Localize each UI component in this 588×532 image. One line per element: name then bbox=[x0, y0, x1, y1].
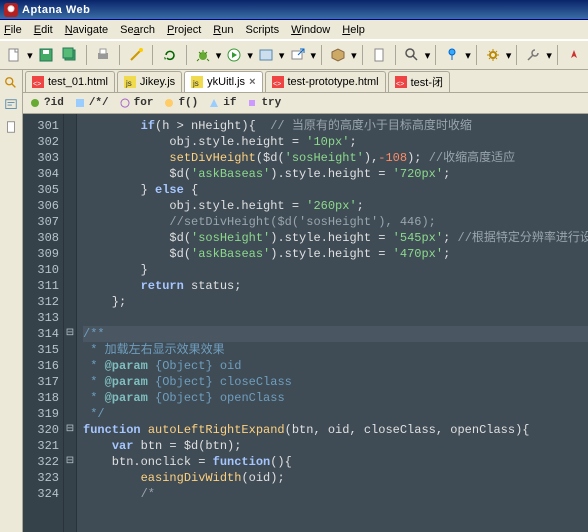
crumb-item[interactable]: f() bbox=[163, 97, 198, 109]
tab-test[interactable]: <> test-闭 bbox=[388, 71, 450, 92]
tab-test_01html[interactable]: <> test_01.html bbox=[25, 71, 115, 92]
title-bar: ✺ Aptana Web bbox=[0, 0, 588, 20]
menu-scripts[interactable]: Scripts bbox=[245, 24, 279, 36]
svg-text:js: js bbox=[192, 79, 199, 88]
debug-button[interactable] bbox=[192, 43, 214, 67]
bookmark-button[interactable] bbox=[441, 43, 463, 67]
menu-help[interactable]: Help bbox=[342, 24, 365, 36]
wand-button[interactable] bbox=[125, 43, 147, 67]
save-button[interactable] bbox=[35, 43, 57, 67]
menu-file[interactable]: File bbox=[4, 24, 22, 36]
left-gutter bbox=[0, 70, 23, 532]
search-button[interactable] bbox=[401, 43, 423, 67]
menu-run[interactable]: Run bbox=[213, 24, 233, 36]
fold-gutter[interactable]: ⊟⊟⊟ bbox=[64, 114, 77, 532]
tab-label: test-prototype.html bbox=[288, 76, 379, 88]
search-icon[interactable] bbox=[2, 74, 20, 92]
new-dropdown[interactable]: ▾ bbox=[26, 49, 33, 62]
crumb-item[interactable]: /*/ bbox=[74, 97, 109, 109]
launch-button[interactable] bbox=[563, 43, 585, 67]
crumb-item[interactable]: for bbox=[119, 97, 154, 109]
external-button[interactable] bbox=[286, 43, 308, 67]
line-numbers: 3013023033043053063073083093103113123133… bbox=[23, 114, 64, 532]
search-dropdown[interactable]: ▾ bbox=[424, 49, 431, 62]
package-button[interactable] bbox=[327, 43, 349, 67]
tools-button[interactable] bbox=[522, 43, 544, 67]
tab-label: test_01.html bbox=[48, 76, 108, 88]
menu-project[interactable]: Project bbox=[167, 24, 201, 36]
menu-edit[interactable]: Edit bbox=[34, 24, 53, 36]
tab-testprototypehtml[interactable]: <> test-prototype.html bbox=[265, 71, 386, 92]
svg-text:<>: <> bbox=[273, 81, 281, 88]
toolbar: ▾ ▾ ▾ ▾ ▾ ▾ ▾ ▾ ▾ ▾ bbox=[0, 40, 588, 70]
page-button[interactable] bbox=[367, 43, 389, 67]
filter-icon[interactable] bbox=[2, 96, 20, 114]
menu-bar: File Edit Navigate Search Project Run Sc… bbox=[0, 20, 588, 40]
save-all-button[interactable] bbox=[59, 43, 81, 67]
tab-Jikeyjs[interactable]: js Jikey.js bbox=[117, 71, 182, 92]
profile-button[interactable] bbox=[255, 43, 277, 67]
tab-ykUitljs[interactable]: js ykUitl.js × bbox=[184, 71, 262, 92]
crumb-item[interactable]: try bbox=[246, 97, 281, 109]
gear-dropdown[interactable]: ▾ bbox=[505, 49, 512, 62]
svg-text:<>: <> bbox=[33, 81, 41, 88]
code-content[interactable]: if(h > nHeight){ // 当原有的高度小于目标高度时收缩 obj.… bbox=[77, 114, 588, 532]
svg-text:js: js bbox=[125, 79, 132, 88]
crumb-item[interactable]: if bbox=[208, 97, 236, 109]
svg-text:<>: <> bbox=[396, 81, 404, 88]
new-button[interactable] bbox=[3, 43, 25, 67]
profile-dropdown[interactable]: ▾ bbox=[278, 49, 285, 62]
tab-label: Jikey.js bbox=[140, 76, 175, 88]
code-editor[interactable]: 3013023033043053063073083093103113123133… bbox=[23, 114, 588, 532]
tools-dropdown[interactable]: ▾ bbox=[545, 49, 552, 62]
crumb-item[interactable]: ?id bbox=[29, 97, 64, 109]
tab-label: test-闭 bbox=[411, 74, 443, 90]
print-button[interactable] bbox=[92, 43, 114, 67]
bookmark-dropdown[interactable]: ▾ bbox=[464, 49, 471, 62]
page-icon[interactable] bbox=[2, 118, 20, 136]
run-dropdown[interactable]: ▾ bbox=[246, 49, 253, 62]
menu-search[interactable]: Search bbox=[120, 24, 155, 36]
close-icon[interactable]: × bbox=[249, 76, 255, 88]
debug-dropdown[interactable]: ▾ bbox=[215, 49, 222, 62]
menu-window[interactable]: Window bbox=[291, 24, 330, 36]
external-dropdown[interactable]: ▾ bbox=[310, 49, 317, 62]
breadcrumb-bar: ?id /*/ for f() iftry bbox=[23, 92, 588, 114]
tab-label: ykUitl.js bbox=[207, 76, 245, 88]
refresh-button[interactable] bbox=[158, 43, 180, 67]
editor-tabs: <> test_01.html js Jikey.js js ykUitl.js × <> te… bbox=[23, 70, 588, 92]
gear-button[interactable] bbox=[482, 43, 504, 67]
run-button[interactable] bbox=[223, 43, 245, 67]
app-icon: ✺ bbox=[4, 3, 18, 17]
menu-navigate[interactable]: Navigate bbox=[65, 24, 108, 36]
package-dropdown[interactable]: ▾ bbox=[350, 49, 357, 62]
app-title: Aptana Web bbox=[22, 4, 90, 16]
